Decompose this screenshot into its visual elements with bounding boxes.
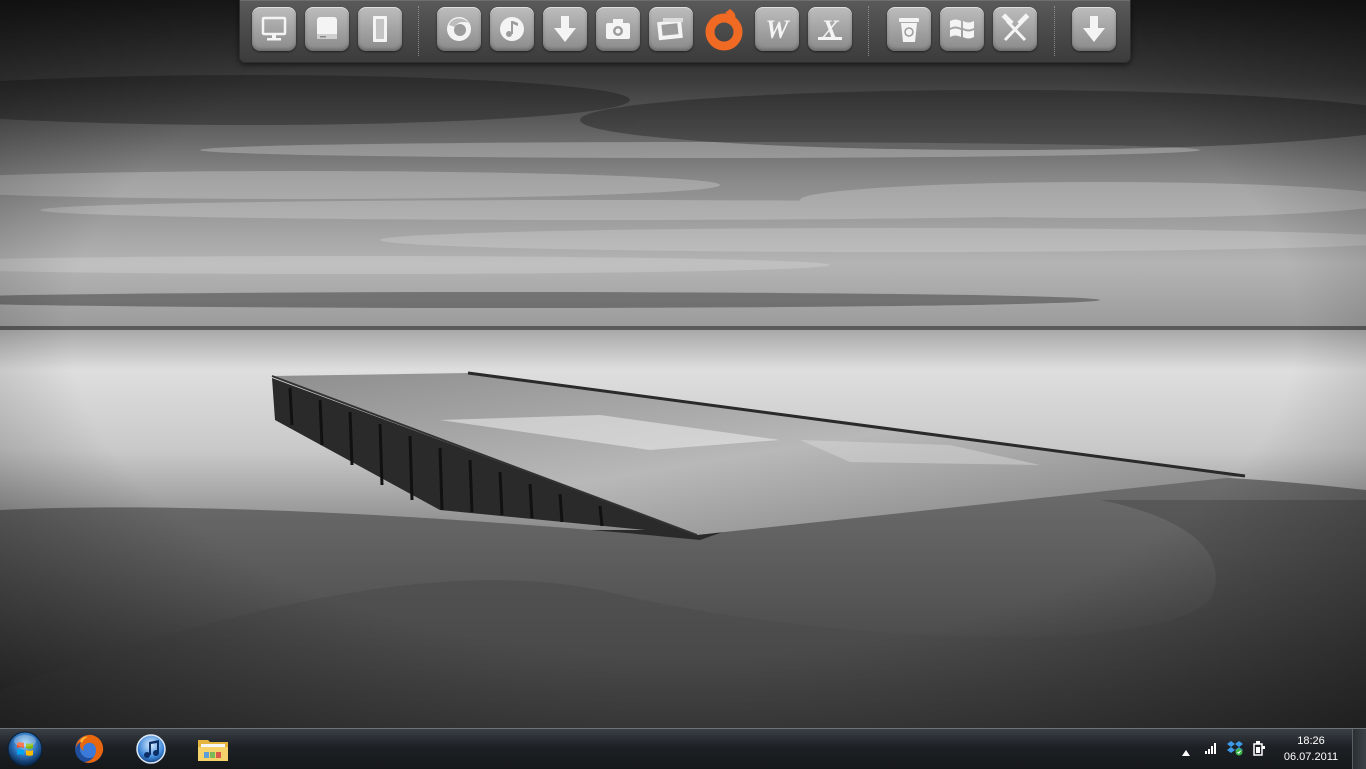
start-button[interactable] [5,730,45,768]
taskbar-windows-explorer-button[interactable] [186,731,240,767]
dock-computer-button[interactable] [252,7,296,51]
dock-recycle-bin-button[interactable] [887,7,931,51]
download-icon [1083,16,1105,42]
itunes-icon [136,734,166,764]
excel-icon: X [818,15,842,44]
photo-viewer-icon [657,18,683,41]
svg-text:W: W [765,15,790,44]
windows-icon [950,19,974,39]
show-desktop-button[interactable] [1352,729,1366,769]
dock-download-button-2[interactable] [1072,7,1116,51]
firefox-icon [75,734,104,763]
dock-photo-viewer-button[interactable] [649,7,693,51]
dock-music-player-button[interactable] [490,7,534,51]
drive-icon [317,17,337,39]
network-signal-icon[interactable] [1204,741,1218,760]
dock-download-button[interactable] [543,7,587,51]
power-icon[interactable] [1252,740,1266,761]
music-player-icon [500,17,524,41]
dock-origin-button[interactable] [702,7,746,51]
desktop-wallpaper [0,0,1366,728]
dock-drive-button[interactable] [305,7,349,51]
taskbar-itunes-button[interactable] [124,731,178,767]
download-icon [554,16,576,42]
dock-windows-button[interactable] [940,7,984,51]
taskbar-firefox-button[interactable] [62,731,116,767]
dock-word-button[interactable]: W [755,7,799,51]
recycle-bin-icon [899,18,919,42]
dock-separator [418,6,419,56]
dock-excel-button[interactable]: X [808,7,852,51]
firefox-icon [447,17,471,41]
word-icon: W [765,15,790,44]
documents-icon [373,16,387,42]
show-hidden-icons-icon[interactable] [1181,744,1191,762]
windows-explorer-icon [198,740,228,761]
dock-separator [868,6,869,56]
dock-documents-button[interactable] [358,7,402,51]
dock-tools-button[interactable] [993,7,1037,51]
clock-time: 18:26 [1297,735,1325,747]
dock-firefox-button[interactable] [437,7,481,51]
taskbar-clock[interactable]: 18:26 06.07.2011 [1276,733,1346,767]
top-dock: W X [239,0,1131,63]
dock-separator [1054,6,1055,56]
taskbar: 18:26 06.07.2011 [0,728,1366,769]
system-tray [1178,729,1278,769]
computer-icon [261,16,287,41]
tools-icon [1001,13,1030,42]
origin-icon [705,9,743,51]
camera-icon [606,19,630,39]
dropbox-icon[interactable] [1227,740,1243,761]
dock-camera-button[interactable] [596,7,640,51]
clock-date: 06.07.2011 [1283,751,1339,763]
windows-start-orb-icon [7,731,43,767]
